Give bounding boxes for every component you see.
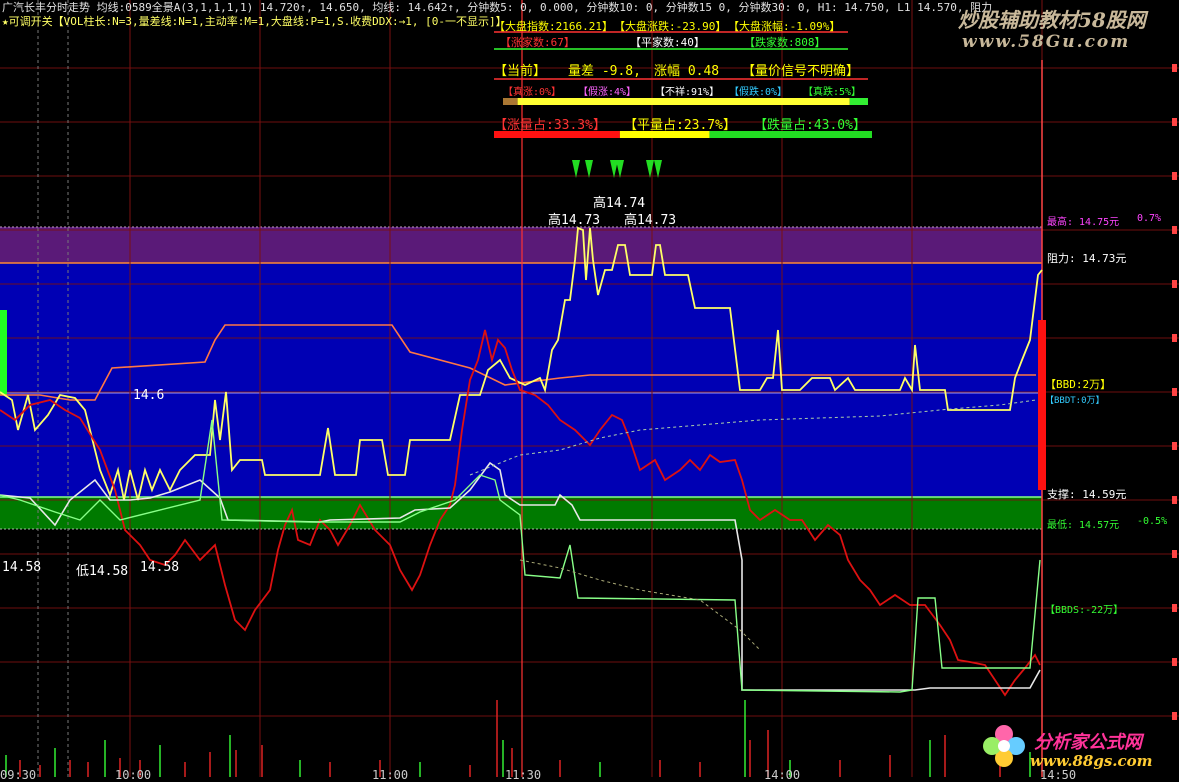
signal-bar-unclear xyxy=(517,98,850,105)
right-tick-4 xyxy=(1172,280,1177,288)
low-label-2: 14.58 xyxy=(140,560,180,575)
down-volume-share: 【跌量占:43.0%】 xyxy=(754,118,866,133)
right-tick-3 xyxy=(1172,226,1177,234)
right-tick-8 xyxy=(1172,496,1177,504)
signal-bar-fake-up xyxy=(503,98,518,105)
left-green-bar xyxy=(0,310,7,395)
up-volume-share: 【涨量占:33.3%】 xyxy=(494,118,606,133)
flat-volume-share: 【平量占:23.7%】 xyxy=(624,118,736,133)
dashed-lower-line xyxy=(519,559,761,651)
down-arrow-icon xyxy=(654,160,662,178)
change-pct: 涨幅 0.48 xyxy=(654,64,720,79)
down-count: 【跌家数:808】 xyxy=(744,36,826,49)
down-arrow-icon xyxy=(572,160,580,178)
flower-logo-icon xyxy=(980,722,1028,770)
right-tick-11 xyxy=(1172,658,1177,666)
bbds-label: 【BBDS:-22万】 xyxy=(1045,605,1124,616)
x-tick-0930: 09:30 xyxy=(0,768,37,782)
watermark-top-url: www.58Gu.com xyxy=(962,32,1131,52)
right-tick-6 xyxy=(1172,388,1177,396)
volume-diff: 量差 -9.8, xyxy=(568,64,641,79)
right-tick-9 xyxy=(1172,550,1177,558)
watermark-bottom: 分析家公式网 xyxy=(1034,732,1142,753)
min-price-label: 最低: 14.57元 xyxy=(1047,520,1120,531)
support-label: 支撑: 14.59元 xyxy=(1047,488,1127,501)
market-index-pct: 【大盘涨幅:-1.09%】 xyxy=(728,20,841,33)
intraday-chart-window: 广汽长丰分时走势 均线:0589全景A(3,1,1,1,1) 14.720↑, … xyxy=(0,0,1179,782)
market-index-change: 【大盘涨跌:-23.90】 xyxy=(614,20,727,33)
resistance-label: 阻力: 14.73元 xyxy=(1047,252,1127,265)
down-arrow-icon xyxy=(585,160,593,178)
bbdt-label: 【BBDT:0万】 xyxy=(1045,396,1105,406)
right-tick-0 xyxy=(1172,64,1177,72)
right-tick-10 xyxy=(1172,604,1177,612)
bbd-label: 【BBD:2万】 xyxy=(1045,378,1112,391)
right-tick-5 xyxy=(1172,334,1177,342)
max-zone xyxy=(0,227,1042,263)
up-count: 【涨家数:67】 xyxy=(500,36,575,49)
header-switch-line: ★可调开关【VOL柱长:N=3,量差线:N=1,主动率:M=1,大盘线:P=1,… xyxy=(2,15,507,28)
max-price-label: 最高: 14.75元 xyxy=(1047,217,1120,228)
market-index: 【大盘指数:2166.21】 xyxy=(494,20,613,33)
fake-up: 【假涨:4%】 xyxy=(578,87,637,98)
flat-count: 【平家数:40】 xyxy=(630,36,705,49)
x-tick-1130: 11:30 xyxy=(505,768,542,782)
right-tick-2 xyxy=(1172,172,1177,180)
signal-text: 【量价信号不明确】 xyxy=(742,64,860,79)
high-label-3: 高14.73 xyxy=(624,213,677,228)
price-zone xyxy=(0,263,1042,497)
min-pct-label: -0.5% xyxy=(1137,516,1168,527)
unclear: 【不祥:91%】 xyxy=(655,87,720,98)
x-tick-1100: 11:00 xyxy=(372,768,409,782)
x-tick-1400: 14:00 xyxy=(764,768,801,782)
x-tick-1000: 10:00 xyxy=(115,768,152,782)
down-arrow-icon xyxy=(616,160,624,178)
x-tick-1450: 14:50 xyxy=(1040,768,1077,782)
header-indicator-line: 广汽长丰分时走势 均线:0589全景A(3,1,1,1,1) 14.720↑, … xyxy=(2,1,993,14)
watermark-top: 炒股辅助教材58股网 xyxy=(958,8,1146,32)
low-label: 低14.58 xyxy=(76,564,129,579)
fake-down: 【假跌:0%】 xyxy=(729,87,788,98)
high-label-2: 高14.73 xyxy=(548,213,601,228)
price-label-left: 14.58 xyxy=(2,560,42,575)
real-down: 【真跌:5%】 xyxy=(803,87,862,98)
real-up: 【真涨:0%】 xyxy=(503,87,562,98)
right-tick-1 xyxy=(1172,118,1177,126)
current-tag: 【当前】 xyxy=(494,64,547,79)
down-arrow-icon xyxy=(646,160,654,178)
signal-bar-real-down xyxy=(849,98,868,105)
right-tick-7 xyxy=(1172,442,1177,450)
right-tick-12 xyxy=(1172,712,1177,720)
price-label-mid: 14.6 xyxy=(133,388,165,403)
max-pct-label: 0.7% xyxy=(1137,213,1162,224)
watermark-bottom-url: www.88gs.com xyxy=(1030,752,1153,770)
